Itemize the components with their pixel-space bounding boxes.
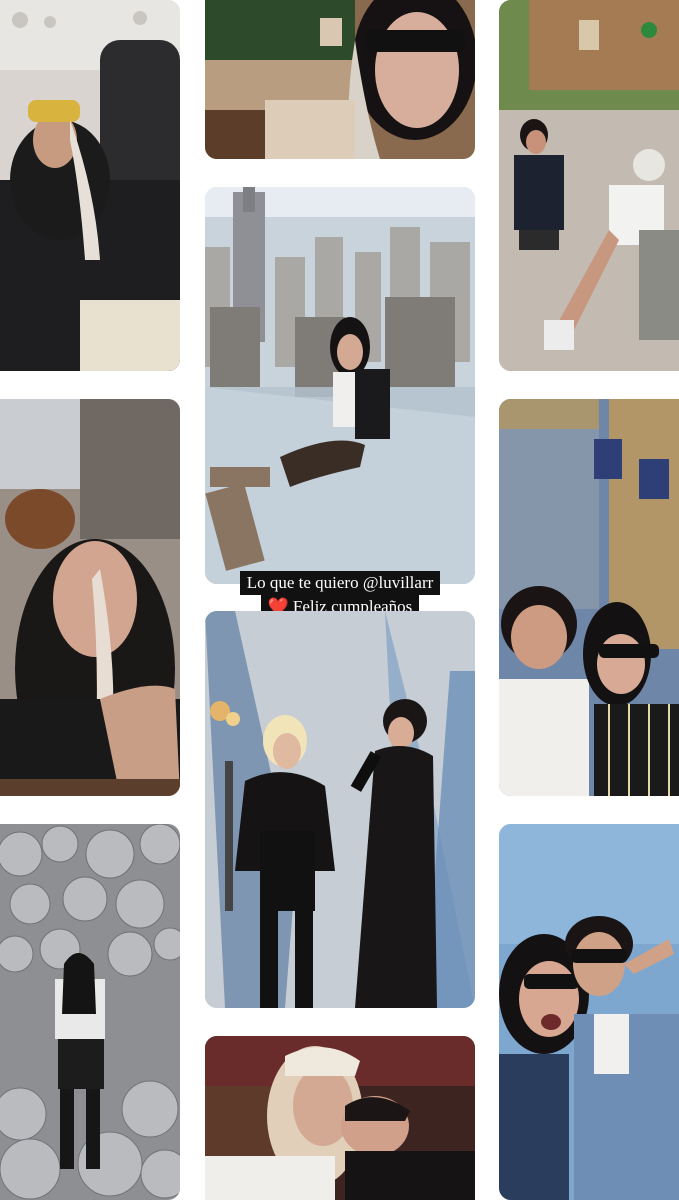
photo-theme-park-walk[interactable] bbox=[499, 0, 679, 371]
photo-theme-park-image bbox=[499, 0, 679, 371]
photo-castle-image bbox=[499, 399, 679, 796]
photo-couple-selfie-sky[interactable] bbox=[499, 824, 679, 1200]
photo-castle-selfie[interactable] bbox=[499, 399, 679, 796]
photo-interview-microphone[interactable] bbox=[205, 611, 475, 1008]
photo-skyline-image bbox=[205, 187, 475, 584]
photo-couple-leaning-image bbox=[205, 1036, 475, 1200]
photo-mirror-balls-image bbox=[0, 824, 180, 1200]
photo-couple-leaning[interactable] bbox=[205, 1036, 475, 1200]
photo-mirror-balls-room[interactable] bbox=[0, 824, 180, 1200]
photo-airplane-selfie[interactable] bbox=[0, 0, 180, 371]
photo-couple-selfie-image bbox=[499, 824, 679, 1200]
photo-eating-turkey-leg[interactable] bbox=[0, 399, 180, 796]
caption-line-1: Lo que te quiero @luvillarr bbox=[239, 571, 441, 595]
photo-interview-image bbox=[205, 611, 475, 1008]
photo-sunglasses-image bbox=[205, 0, 475, 159]
photo-sunglasses-closeup[interactable] bbox=[205, 0, 475, 159]
photo-eating-image bbox=[0, 399, 180, 796]
photo-airplane-image bbox=[0, 0, 180, 371]
photo-skyscraper-glass-ledge[interactable] bbox=[205, 187, 475, 584]
